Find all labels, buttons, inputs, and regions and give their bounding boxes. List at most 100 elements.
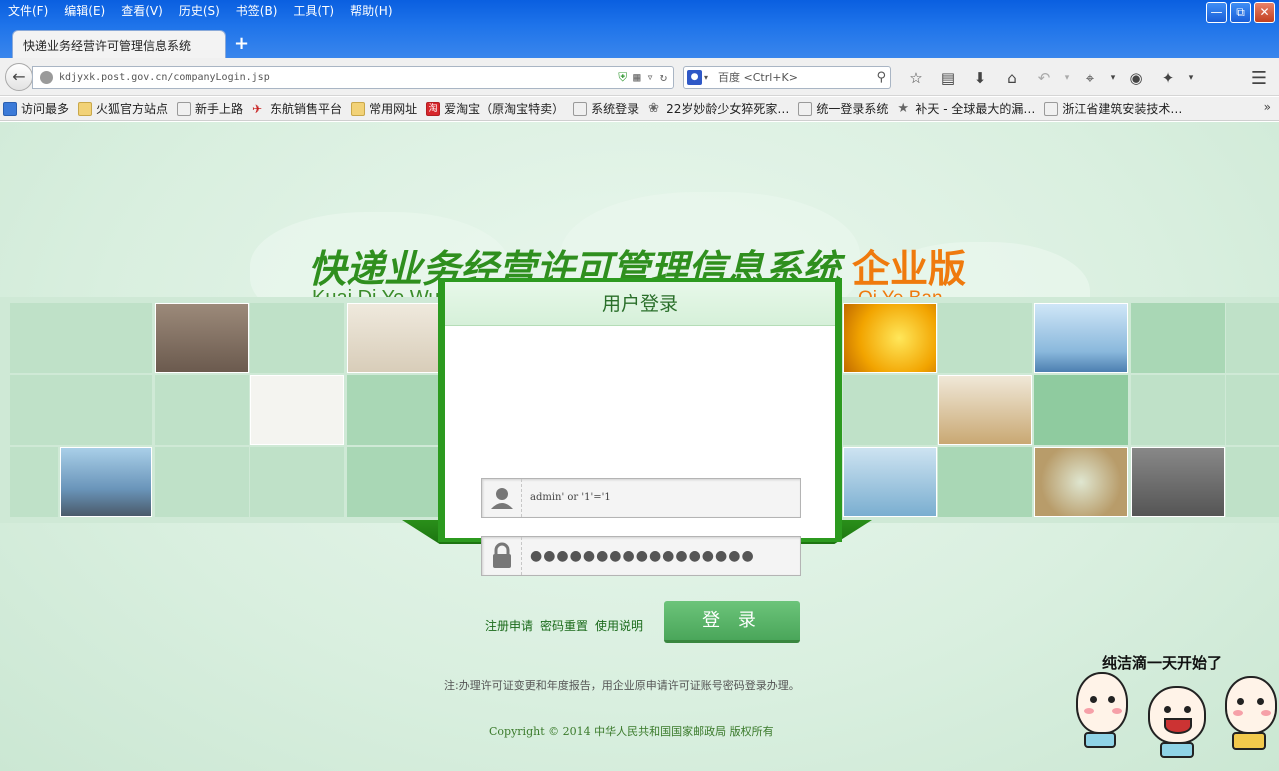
parcels-circle-image — [1034, 447, 1128, 517]
login-links: 注册申请 密码重置 使用说明 — [485, 617, 643, 634]
shield-icon[interactable]: ⛨ — [618, 67, 627, 88]
grid-tile — [155, 447, 249, 517]
bookmark-item[interactable]: 火狐官方站点 — [78, 100, 168, 117]
dropdown-arrow-icon[interactable]: ▿ — [647, 67, 654, 88]
page-icon — [1044, 101, 1059, 116]
bookmark-item[interactable]: 常用网址 — [351, 100, 417, 117]
download-icon[interactable]: ⬇ — [964, 68, 996, 88]
search-placeholder: 百度 <Ctrl+K> — [718, 71, 798, 84]
edition-title: 企业版 — [852, 247, 967, 291]
grid-tile — [60, 303, 152, 373]
airline-logo-icon: ✈ — [252, 101, 263, 116]
grid-tile — [10, 447, 58, 517]
cartoon-face — [1148, 686, 1206, 744]
qrcode-icon[interactable]: ▦ — [633, 67, 640, 88]
undo-icon[interactable]: ↶ — [1028, 68, 1060, 88]
chat-bubble-icon[interactable]: ◉ — [1120, 68, 1152, 88]
license-certificate-image — [347, 303, 441, 373]
bookmarks-bar: 访问最多 火狐官方站点 新手上路 ✈ 东航销售平台 常用网址 淘爱淘宝（原淘宝特卖… — [0, 97, 1279, 121]
menu-history[interactable]: 历史(S) — [171, 0, 228, 20]
airplane-globe-image — [1034, 303, 1128, 373]
reading-list-icon[interactable]: ▤ — [932, 68, 964, 88]
menu-tools[interactable]: 工具(T) — [285, 0, 342, 20]
grid-tile — [155, 375, 249, 445]
grid-tile — [347, 375, 441, 445]
search-icon[interactable]: ⚲ — [876, 67, 886, 88]
bookmark-item[interactable]: 访问最多 — [3, 100, 69, 117]
bookmark-item[interactable]: 新手上路 — [177, 100, 243, 117]
bookmark-item[interactable]: 系统登录 — [573, 100, 639, 117]
cartoon-face — [1076, 672, 1128, 734]
address-bar[interactable]: kdjyxk.post.gov.cn/companyLogin.jsp ⛨ ▦ … — [32, 66, 674, 89]
cartoon-body — [1160, 742, 1194, 758]
bookmark-item[interactable]: ✈ 东航销售平台 — [252, 100, 342, 117]
courier-package-image — [938, 375, 1032, 445]
toolbar-icons: ☆ ▤ ⬇ ⌂ ↶ ▾ ⌖ ▾ ◉ ✦ ▾ — [900, 68, 1198, 88]
login-title: 用户登录 — [445, 282, 835, 326]
grid-tile — [250, 447, 344, 517]
slogan-text: 纯洁滴一天开始了 — [1102, 654, 1223, 672]
page-icon — [798, 101, 813, 116]
reload-icon[interactable]: ↻ — [660, 67, 667, 88]
cargo-plane-image — [60, 447, 152, 517]
bookmark-star-icon[interactable]: ☆ — [900, 68, 932, 88]
grid-tile — [843, 375, 937, 445]
bookmark-item[interactable]: ❀ 22岁妙龄少女猝死家… — [648, 100, 789, 117]
menu-view[interactable]: 查看(V) — [113, 0, 171, 20]
back-button[interactable]: ← — [5, 63, 33, 91]
engine-dropdown-icon[interactable]: ▾ — [704, 67, 708, 88]
home-icon[interactable]: ⌂ — [996, 68, 1028, 88]
tab-title: 快递业务经营许可管理信息系统 — [23, 39, 192, 53]
extension-icon[interactable]: ✦ — [1152, 68, 1184, 88]
username-field[interactable]: admin' or '1'='1 — [481, 478, 801, 518]
bookmark-item[interactable]: ★ 补天 - 全球最大的漏… — [897, 100, 1035, 117]
crop-dropdown-icon[interactable]: ▾ — [1106, 68, 1120, 88]
grid-tile — [1131, 303, 1225, 373]
menu-help[interactable]: 帮助(H) — [342, 0, 400, 20]
menu-bookmarks[interactable]: 书签(B) — [228, 0, 286, 20]
grid-tile — [1226, 375, 1279, 445]
lock-icon — [482, 537, 522, 575]
hamburger-menu-icon[interactable]: ☰ — [1251, 68, 1267, 89]
courier-logos-image — [250, 375, 344, 445]
bookmarks-overflow-icon[interactable]: » — [1264, 100, 1271, 114]
news-site-icon: ❀ — [648, 100, 660, 116]
grid-tile — [1226, 447, 1279, 517]
folder-icon — [351, 101, 366, 116]
star-icon: ★ — [897, 100, 910, 116]
cartoon-body — [1232, 732, 1266, 750]
register-link[interactable]: 注册申请 — [485, 617, 533, 634]
screenshot-crop-icon[interactable]: ⌖ — [1074, 68, 1106, 88]
extension-dropdown-icon[interactable]: ▾ — [1184, 68, 1198, 88]
user-guide-link[interactable]: 使用说明 — [595, 617, 643, 634]
cartoon-body — [1084, 732, 1116, 748]
url-text: kdjyxk.post.gov.cn/companyLogin.jsp — [59, 72, 270, 83]
folder-icon — [78, 101, 93, 116]
restore-button[interactable]: ⧉ — [1230, 2, 1251, 23]
undo-dropdown-icon[interactable]: ▾ — [1060, 68, 1074, 88]
new-tab-button[interactable]: + — [234, 33, 249, 54]
login-button[interactable]: 登 录 — [664, 601, 800, 643]
reset-password-link[interactable]: 密码重置 — [540, 617, 588, 634]
globe-icon — [40, 71, 53, 84]
cartoon-face — [1225, 676, 1277, 734]
menu-file[interactable]: 文件(F) — [0, 0, 56, 20]
bookmark-item[interactable]: 淘爱淘宝（原淘宝特卖） — [426, 100, 564, 117]
baidu-paw-icon[interactable]: ● — [687, 70, 702, 85]
tab-active[interactable]: 快递业务经营许可管理信息系统 — [12, 30, 226, 58]
bookmark-item[interactable]: 统一登录系统 — [798, 100, 888, 117]
search-bar[interactable]: ● ▾ 百度 <Ctrl+K> ⚲ — [683, 66, 891, 89]
grid-tile — [60, 375, 152, 445]
taobao-icon: 淘 — [426, 101, 441, 116]
warehouse-image — [1131, 447, 1225, 517]
browser-titlebar: 文件(F) 编辑(E) 查看(V) 历史(S) 书签(B) 工具(T) 帮助(H… — [0, 0, 1279, 58]
bookmark-item[interactable]: 浙江省建筑安装技术… — [1044, 100, 1182, 117]
group-photo-image — [155, 303, 249, 373]
password-field[interactable]: ●●●●●●●●●●●●●●●●● — [481, 536, 801, 576]
minimize-button[interactable]: — — [1206, 2, 1227, 23]
delivery-truck-image — [843, 303, 937, 373]
menu-edit[interactable]: 编辑(E) — [56, 0, 113, 20]
close-window-button[interactable]: ✕ — [1254, 2, 1275, 23]
service-staff-image — [843, 447, 937, 517]
grid-tile — [938, 303, 1032, 373]
